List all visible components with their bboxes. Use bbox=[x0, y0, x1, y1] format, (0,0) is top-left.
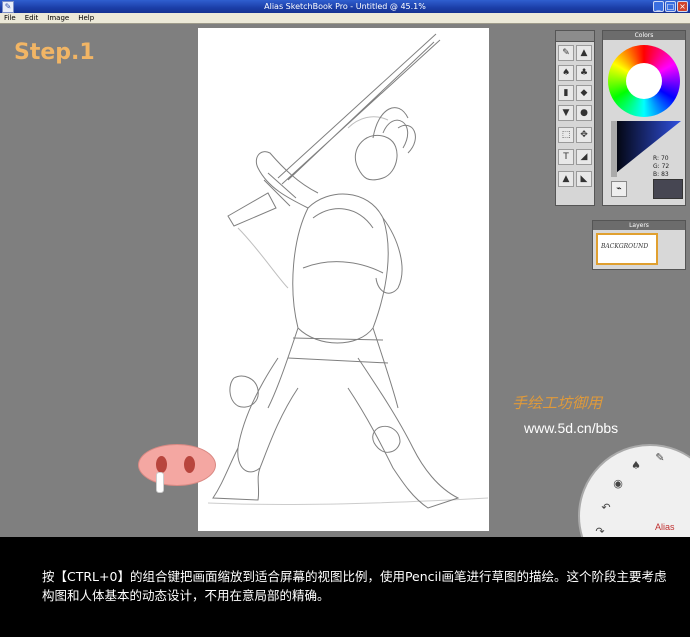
caption-text: 按【CTRL+0】的组合键把画面缩放到适合屏幕的视图比例，使用Pencil画笔进… bbox=[42, 569, 667, 603]
ruler-icon[interactable]: ◢ bbox=[576, 149, 592, 165]
r-label: R: bbox=[653, 155, 660, 162]
current-color-swatch[interactable] bbox=[653, 179, 683, 199]
minimize-button[interactable]: _ bbox=[653, 1, 664, 12]
brush-icon[interactable]: ♠ bbox=[558, 65, 574, 81]
eraser-icon[interactable]: ▮ bbox=[558, 85, 574, 101]
airbrush-icon[interactable]: ♣ bbox=[576, 65, 592, 81]
alias-logo: Alias bbox=[655, 522, 675, 532]
right-nostril bbox=[184, 456, 195, 473]
fill-icon[interactable]: ▼ bbox=[558, 105, 574, 121]
colors-panel-title: Colors bbox=[603, 31, 685, 40]
title-bar: ✎ Alias SketchBook Pro - Untitled @ 45.1… bbox=[0, 0, 690, 13]
smudge-icon[interactable]: ◆ bbox=[576, 85, 592, 101]
window-title: Alias SketchBook Pro - Untitled @ 45.1% bbox=[264, 2, 426, 11]
pig-nose-decoration bbox=[138, 444, 216, 486]
select-icon[interactable]: ⬚ bbox=[558, 127, 574, 143]
tool-palette: ✎ ▲ ♠ ♣ ▮ ◆ ▼ ● ⬚ ✥ T ◢ ▲ ◣ bbox=[555, 30, 595, 206]
ellipse-icon[interactable]: ● bbox=[576, 105, 592, 121]
brightness-triangle[interactable] bbox=[611, 121, 681, 177]
marker-icon[interactable]: ▲ bbox=[576, 45, 592, 61]
layer-background[interactable]: BACKGROUND bbox=[596, 233, 658, 265]
palette-header bbox=[556, 31, 594, 42]
maximize-button[interactable]: □ bbox=[665, 1, 676, 12]
watermark-text: 手绘工坊御用 bbox=[512, 394, 603, 412]
g-label: G: bbox=[653, 163, 660, 170]
site-url: www.5d.cn/bbs bbox=[524, 420, 619, 436]
pencil-icon[interactable]: ✎ bbox=[558, 45, 574, 61]
shape-icon[interactable]: ◣ bbox=[576, 171, 592, 187]
color-ring-icon[interactable]: ◉ bbox=[610, 476, 626, 492]
undo-ring-icon[interactable]: ↶ bbox=[598, 500, 614, 516]
eyedropper-icon[interactable]: ⌁ bbox=[611, 181, 627, 197]
close-button[interactable]: × bbox=[677, 1, 688, 12]
menu-image[interactable]: Image bbox=[43, 13, 74, 23]
layers-panel-title: Layers bbox=[593, 221, 685, 230]
b-value: 83 bbox=[661, 171, 669, 178]
drawing-canvas[interactable] bbox=[198, 28, 489, 531]
b-label: B: bbox=[653, 171, 660, 178]
transform-icon[interactable]: ✥ bbox=[576, 127, 592, 143]
left-nostril bbox=[156, 456, 167, 473]
rgb-readout: R: 70 G: 72 B: 83 bbox=[653, 155, 669, 179]
r-value: 70 bbox=[660, 155, 669, 162]
tooth-decoration bbox=[156, 472, 164, 493]
text-icon[interactable]: T bbox=[558, 149, 574, 165]
workspace: Step.1 ✎ ▲ ♠ ♣ ▮ ◆ ▼ ● ⬚ ✥ T ◢ ▲ ◣ Color… bbox=[0, 24, 690, 537]
sketch-drawing bbox=[207, 33, 489, 509]
menu-file[interactable]: File bbox=[0, 13, 21, 23]
window-controls: _ □ × bbox=[653, 1, 688, 12]
menu-edit[interactable]: Edit bbox=[21, 13, 44, 23]
menu-help[interactable]: Help bbox=[74, 13, 99, 23]
stamp-icon[interactable]: ▲ bbox=[558, 171, 574, 187]
color-wheel[interactable] bbox=[608, 45, 680, 117]
layers-panel: Layers BACKGROUND bbox=[592, 220, 686, 270]
brush-ring-icon[interactable]: ♠ bbox=[628, 458, 644, 474]
g-value: 72 bbox=[661, 163, 670, 170]
menu-bar: File Edit Image Help bbox=[0, 13, 690, 24]
pen-ring-icon[interactable]: ✎ bbox=[652, 450, 668, 466]
colors-panel: Colors R: 70 G: 72 B: 83 ⌁ bbox=[602, 30, 686, 206]
redo-ring-icon[interactable]: ↷ bbox=[592, 524, 608, 537]
caption-area: 按【CTRL+0】的组合键把画面缩放到适合屏幕的视图比例，使用Pencil画笔进… bbox=[0, 537, 690, 637]
step-label: Step.1 bbox=[14, 40, 95, 65]
